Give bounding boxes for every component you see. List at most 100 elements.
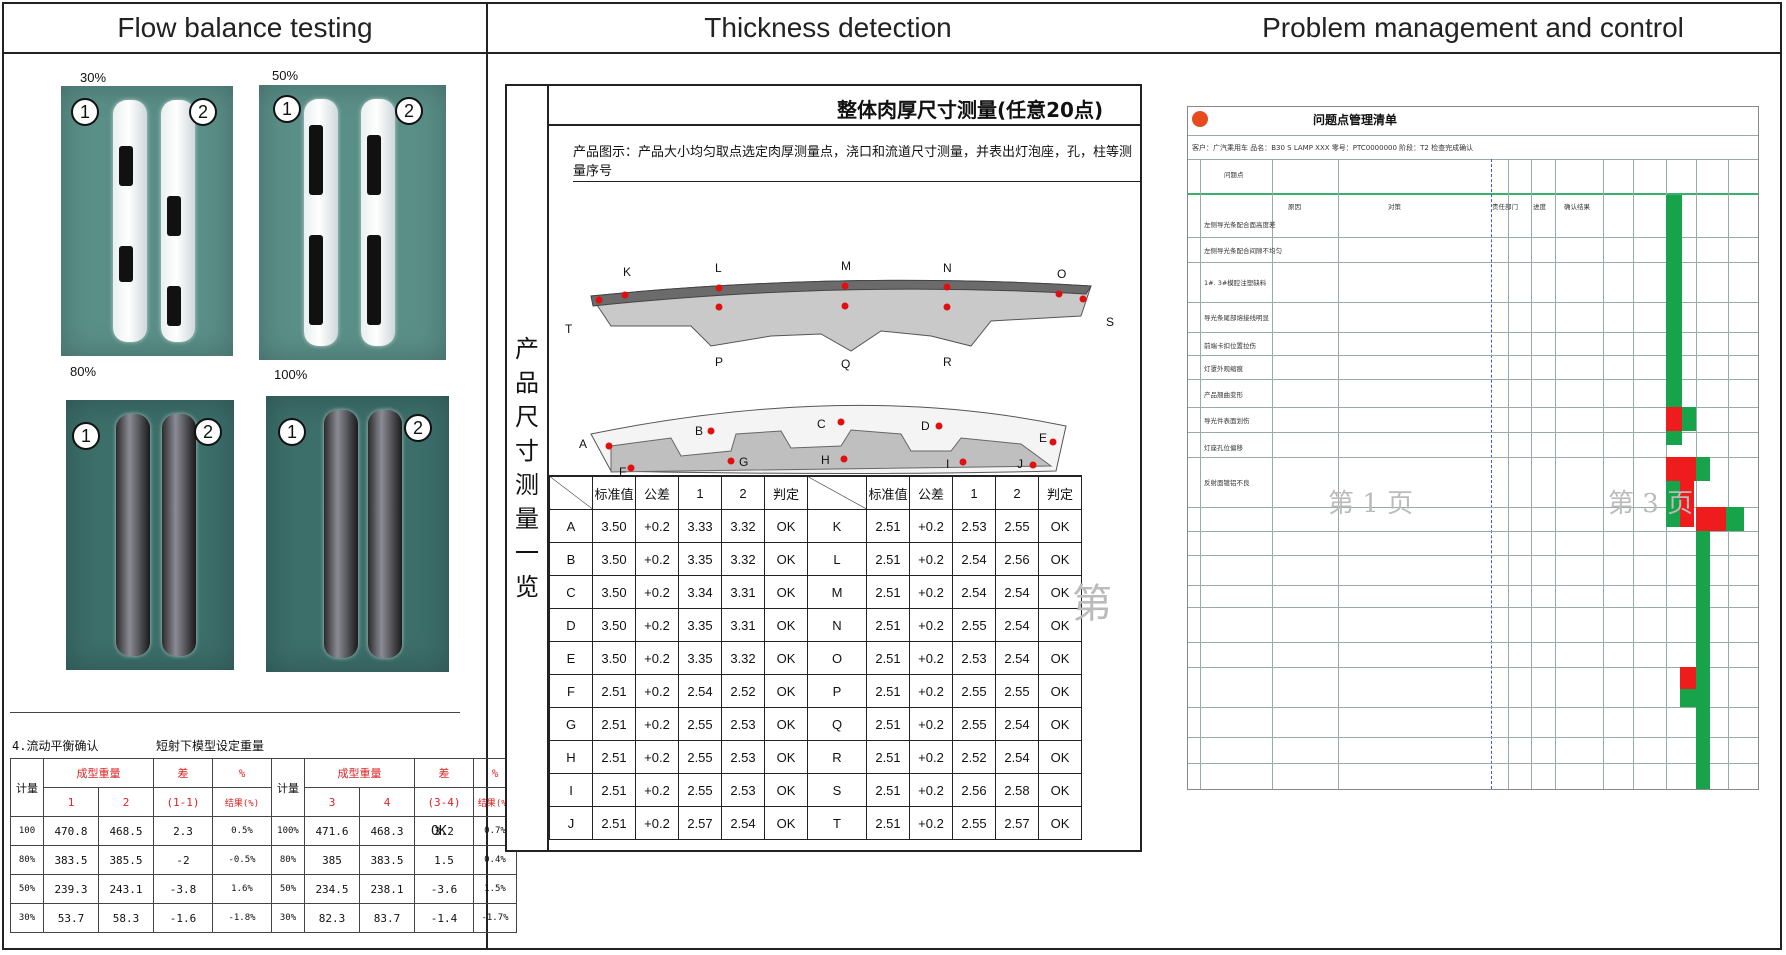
- point-T: [595, 296, 603, 304]
- thickness-title: 整体肉厚尺寸测量(任意20点): [837, 98, 1104, 122]
- table-row: 50% 239.3 243.1 -3.8 1.6% 50% 234.5 238.1 -3.6 1.…: [10, 874, 517, 904]
- table-row: A 3.50 +0.2 3.33 3.32 OK K 2.51 +0.2 2.53 2.55 OK: [549, 509, 1082, 543]
- table-row: G 2.51 +0.2 2.55 2.53 OK Q 2.51 +0.2 2.55 2.54 OK: [549, 707, 1082, 741]
- light-guide-1: [113, 100, 147, 342]
- photo-label-30: 30%: [80, 70, 107, 85]
- point-R: [943, 303, 951, 311]
- status-bar: [1696, 531, 1710, 789]
- svg-text:P: P: [715, 355, 723, 369]
- sheet-title: 问题点管理清单: [1313, 113, 1398, 127]
- col-item: 问题点: [1224, 171, 1244, 179]
- photo-100-percent: 1 2: [266, 396, 449, 672]
- point-B: [707, 427, 715, 435]
- point-M: [841, 282, 849, 290]
- status-bar: [1666, 457, 1696, 481]
- flow-result: OK: [431, 824, 447, 839]
- table-row: 80% 383.5 385.5 -2 -0.5% 80% 385 383.5 1.5 0.4%: [10, 845, 517, 875]
- col-dept: 责任部门: [1492, 203, 1518, 211]
- point-A: [605, 442, 613, 450]
- col-confirm: 确认结果: [1564, 203, 1590, 211]
- header-param-2: 计量: [271, 758, 305, 817]
- col-cause: 原因: [1288, 203, 1301, 211]
- flow-section-label: 4.流动平衡确认: [12, 739, 99, 753]
- photo-label-50: 50%: [272, 68, 299, 83]
- header-pct-1: %: [212, 758, 272, 788]
- status-bar: [1680, 667, 1696, 689]
- light-guide-1: [324, 410, 358, 658]
- problem-management-sheet: 问题点管理清单 客户：广汽乘用车 品名：B30 S LAMP XXX 零号：PT…: [1187, 106, 1759, 790]
- header-problem-management: Problem management and control: [1262, 12, 1684, 43]
- header-diff-2: 差: [414, 758, 474, 788]
- svg-text:N: N: [943, 261, 952, 275]
- point-H: [840, 455, 848, 463]
- header-weight-1: 成型重量: [43, 758, 154, 788]
- list-item: 左侧导光条配合面高度差: [1204, 221, 1276, 229]
- photo-label-100: 100%: [274, 367, 308, 382]
- photo-label-80: 80%: [70, 364, 97, 379]
- sheet-subtitle: 客户：广汽乘用车 品名：B30 S LAMP XXX 零号：PTC0000000…: [1192, 144, 1474, 152]
- marker-2: 2: [395, 97, 423, 125]
- list-item: 产品翘曲变形: [1204, 391, 1243, 399]
- header-flow-balance: Flow balance testing: [117, 12, 373, 43]
- marker-1: 1: [71, 98, 99, 126]
- part-diagram: K L M N O T P Q R S A B C D E F G H I J: [565, 259, 1114, 476]
- light-guide-2: [162, 414, 196, 656]
- status-bar: [1696, 457, 1710, 481]
- table-row: B 3.50 +0.2 3.35 3.32 OK L 2.51 +0.2 2.54 2.56 OK: [549, 542, 1082, 576]
- table-row: D 3.50 +0.2 3.35 3.31 OK N 2.51 +0.2 2.55 2.54 OK: [549, 608, 1082, 642]
- marker-1: 1: [72, 422, 100, 450]
- thickness-table: 标准值 公差 1 2 判定 标准值 公差 1 2 判定 A 3.50 +0.2 3.3…: [549, 475, 1082, 840]
- svg-text:G: G: [739, 455, 748, 469]
- point-D: [935, 422, 943, 430]
- point-G: [727, 457, 735, 465]
- list-item: 灯罩外观缩痕: [1204, 365, 1243, 373]
- point-K: [621, 291, 629, 299]
- point-L: [715, 284, 723, 292]
- point-E: [1049, 438, 1057, 446]
- marker-2: 2: [194, 418, 222, 446]
- flow-balance-table: 计量 成型重量 差 % 计量 成型重量 差 % 1 2 (1-1) 结果(%) …: [10, 758, 517, 933]
- svg-text:Q: Q: [841, 357, 850, 371]
- point-I: [959, 458, 967, 466]
- svg-text:E: E: [1039, 431, 1047, 445]
- marker-2: 2: [404, 414, 432, 442]
- header-divider: [2, 52, 1782, 54]
- svg-text:M: M: [841, 259, 851, 273]
- svg-text:J: J: [1017, 457, 1023, 471]
- point-C: [837, 418, 845, 426]
- svg-text:I: I: [946, 457, 949, 471]
- status-bar: [1726, 507, 1744, 531]
- svg-text:C: C: [817, 417, 826, 431]
- photo-30-percent: 1 2: [61, 86, 233, 356]
- list-item: 前端卡扣位置拉伤: [1204, 342, 1256, 350]
- photo-80-percent: 1 2: [66, 400, 234, 670]
- watermark-page-3: 第 3 页: [1608, 489, 1694, 519]
- header-thickness: Thickness detection: [704, 12, 952, 43]
- logo-icon: [1192, 111, 1208, 127]
- point-N: [943, 283, 951, 291]
- table-row: F 2.51 +0.2 2.54 2.52 OK P 2.51 +0.2 2.55 2.55 OK: [549, 674, 1082, 708]
- table-row: C 3.50 +0.2 3.34 3.31 OK M 2.51 +0.2 2.54 2.54 OK: [549, 575, 1082, 609]
- point-O: [1055, 290, 1063, 298]
- svg-text:B: B: [695, 424, 703, 438]
- point-Q: [841, 302, 849, 310]
- header-diff-1: 差: [153, 758, 213, 788]
- light-guide-1: [116, 414, 150, 656]
- marker-1: 1: [273, 95, 301, 123]
- watermark: 第: [1072, 581, 1112, 627]
- svg-text:A: A: [579, 437, 587, 451]
- list-item: 导光条尾部熔接线明显: [1204, 314, 1269, 322]
- svg-text:O: O: [1057, 267, 1066, 281]
- list-item: 灯座孔位偏移: [1204, 444, 1243, 452]
- list-item: 反射面镀铝不良: [1204, 479, 1250, 487]
- col-action: 对策: [1388, 203, 1401, 211]
- table-row: 30% 53.7 58.3 -1.6 -1.8% 30% 82.3 83.7 -1.4 -1.7%: [10, 903, 517, 933]
- table-row: E 3.50 +0.2 3.35 3.32 OK O 2.51 +0.2 2.53 2.54 OK: [549, 641, 1082, 675]
- photo-50-percent: 1 2: [259, 85, 446, 360]
- status-bar: [1682, 407, 1696, 431]
- point-F: [627, 464, 635, 472]
- vertical-title: 产 品 尺 寸 测 量 一 览: [507, 86, 549, 850]
- list-item: 左侧导光条配合间隙不均匀: [1204, 247, 1282, 255]
- list-item: 1#. 3#模腔注塑缺料: [1204, 279, 1267, 287]
- marker-2: 2: [189, 98, 217, 126]
